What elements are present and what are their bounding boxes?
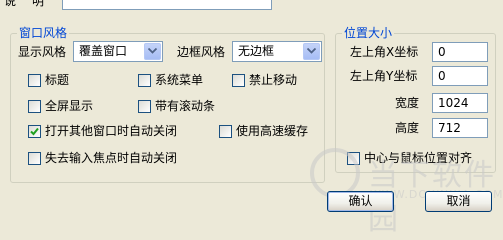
system-menu-checkbox[interactable]	[138, 74, 151, 87]
title-checkbox-label: 标题	[45, 73, 70, 87]
chevron-down-icon[interactable]	[303, 43, 320, 60]
check-icon	[30, 127, 39, 136]
disable-move-checkbox[interactable]	[232, 74, 245, 87]
description-input[interactable]	[62, 0, 272, 10]
window-style-title: 窗口风格	[17, 25, 70, 41]
display-style-select[interactable]: 覆盖窗口	[73, 41, 163, 62]
x-coordinate-label: 左上角X坐标	[350, 45, 419, 59]
close-on-blur-checkbox[interactable]	[28, 152, 41, 165]
fullscreen-checkbox-label: 全屏显示	[45, 99, 94, 113]
height-input[interactable]: 712	[432, 118, 488, 138]
position-size-title: 位置大小	[342, 25, 395, 41]
auto-close-on-open-checkbox[interactable]	[28, 125, 41, 138]
display-style-label: 显示风格	[18, 45, 67, 59]
ok-button[interactable]: 确认	[327, 191, 394, 212]
border-style-label: 边框风格	[177, 45, 226, 59]
auto-close-on-open-checkbox-label: 打开其他窗口时自动关闭	[45, 124, 178, 138]
y-coordinate-label: 左上角Y坐标	[350, 69, 418, 83]
border-style-select[interactable]: 无边框	[232, 41, 322, 62]
scrollbar-checkbox[interactable]	[138, 100, 151, 113]
fullscreen-checkbox[interactable]	[28, 100, 41, 113]
description-label-right: 明	[32, 0, 45, 8]
width-label: 宽度	[395, 96, 420, 110]
border-style-value: 无边框	[238, 44, 275, 58]
title-checkbox[interactable]	[28, 74, 41, 87]
chevron-down-icon[interactable]	[144, 43, 161, 60]
height-label: 高度	[395, 121, 420, 135]
cancel-button[interactable]: 取消	[425, 191, 492, 212]
x-coordinate-input[interactable]: 0	[432, 42, 488, 62]
close-on-blur-checkbox-label: 失去输入焦点时自动关闭	[45, 151, 178, 165]
disable-move-checkbox-label: 禁止移动	[249, 73, 298, 87]
display-style-value: 覆盖窗口	[79, 44, 128, 58]
width-input[interactable]: 1024	[432, 93, 488, 113]
y-coordinate-input[interactable]: 0	[432, 66, 488, 86]
system-menu-checkbox-label: 系统菜单	[155, 73, 204, 87]
fast-cache-checkbox[interactable]	[219, 125, 232, 138]
fast-cache-checkbox-label: 使用高速缓存	[236, 124, 309, 138]
scrollbar-checkbox-label: 带有滚动条	[155, 99, 216, 113]
description-label-left: 说	[4, 0, 17, 8]
